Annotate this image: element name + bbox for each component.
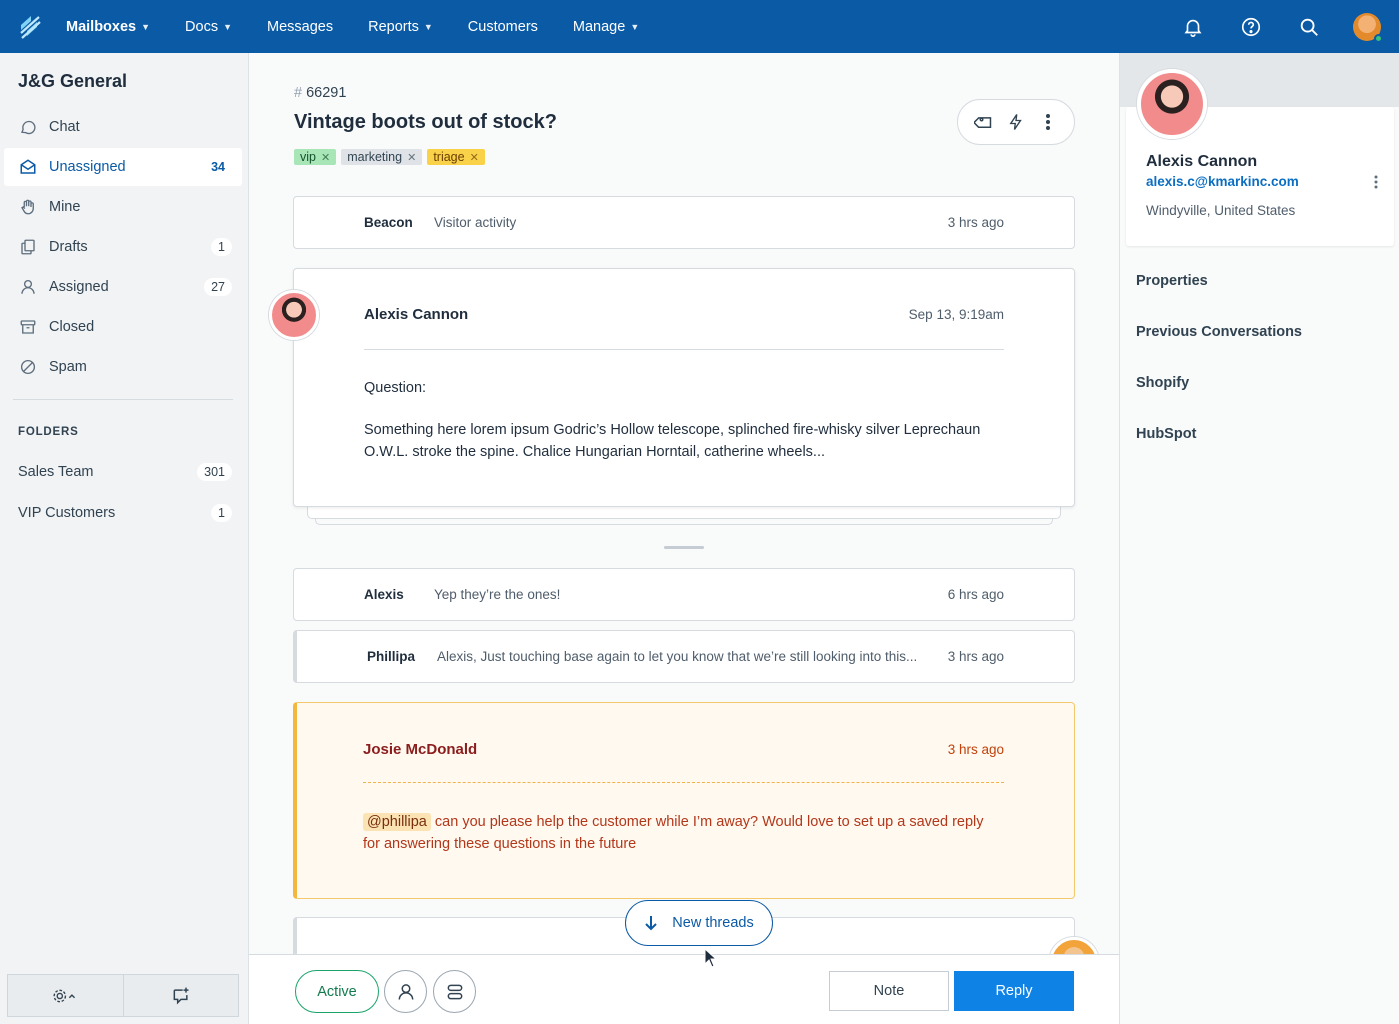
new-chat-button[interactable] bbox=[122, 975, 239, 1016]
unassigned-count: 34 bbox=[211, 160, 225, 174]
chevron-down-icon: ▼ bbox=[223, 21, 232, 32]
conversation-footer: Active Note Reply bbox=[249, 954, 1119, 1024]
tag-marketing[interactable]: marketing ✕ bbox=[341, 149, 423, 165]
sidebar-item-chat[interactable]: Chat bbox=[4, 108, 242, 146]
note-button[interactable]: Note bbox=[829, 971, 949, 1011]
person-icon bbox=[398, 983, 413, 1000]
mailbox-title: J&G General bbox=[18, 71, 128, 91]
section-shopify[interactable]: Shopify bbox=[1136, 375, 1189, 391]
customer-avatar bbox=[1137, 69, 1207, 139]
sidebar-footer bbox=[7, 974, 239, 1017]
message-author: Alexis Cannon bbox=[364, 306, 469, 323]
message-body: Question: Something here lorem ipsum God… bbox=[364, 380, 981, 460]
helpscout-logo-icon[interactable] bbox=[0, 0, 60, 53]
assign-button[interactable] bbox=[384, 970, 427, 1013]
nav-mailboxes[interactable]: Mailboxes ▼ bbox=[66, 19, 150, 35]
nav-customers[interactable]: Customers bbox=[468, 19, 538, 35]
mailbox-folders-list: Chat Unassigned 34 Mine Drafts 1 Assigne… bbox=[4, 108, 242, 388]
conversation-actions bbox=[957, 99, 1075, 145]
remove-tag-icon[interactable]: ✕ bbox=[321, 151, 330, 164]
inbox-icon bbox=[19, 158, 37, 176]
mouse-cursor-icon bbox=[704, 948, 718, 968]
customer-avatar bbox=[269, 290, 319, 340]
section-hubspot[interactable]: HubSpot bbox=[1136, 426, 1196, 442]
sidebar-item-assigned[interactable]: Assigned 27 bbox=[4, 268, 242, 306]
new-threads-button[interactable]: New threads bbox=[625, 900, 773, 946]
customer-location: Windyville, United States bbox=[1146, 203, 1296, 218]
nav-manage[interactable]: Manage ▼ bbox=[573, 19, 639, 35]
thread-stack-edge bbox=[307, 507, 1061, 519]
customer-email[interactable]: alexis.c@kmarkinc.com bbox=[1146, 174, 1299, 189]
sidebar-item-unassigned[interactable]: Unassigned 34 bbox=[4, 148, 242, 186]
drafts-count: 1 bbox=[211, 238, 232, 256]
nav-reports[interactable]: Reports ▼ bbox=[368, 19, 433, 35]
nav-messages[interactable]: Messages bbox=[267, 19, 333, 35]
remove-tag-icon[interactable]: ✕ bbox=[470, 151, 479, 164]
arrow-down-icon bbox=[645, 916, 658, 931]
sidebar-item-mine[interactable]: Mine bbox=[4, 188, 242, 226]
folder-count: 301 bbox=[197, 463, 232, 481]
bell-icon[interactable] bbox=[1179, 13, 1207, 41]
message-time: Sep 13, 9:19am bbox=[908, 307, 1004, 322]
folder-item-vip-customers[interactable]: VIP Customers 1 bbox=[4, 494, 242, 532]
reply-button[interactable]: Reply bbox=[954, 971, 1074, 1011]
sidebar: J&G General Chat Unassigned 34 Mine Draf… bbox=[0, 53, 249, 1024]
assigned-count: 27 bbox=[204, 278, 232, 296]
internal-note: Josie McDonald 3 hrs ago @phillipa can y… bbox=[293, 702, 1075, 899]
customer-sidebar: Alexis Cannon alexis.c@kmarkinc.com Wind… bbox=[1119, 53, 1399, 1024]
section-previous-conversations[interactable]: Previous Conversations bbox=[1136, 324, 1302, 340]
remove-tag-icon[interactable]: ✕ bbox=[407, 151, 416, 164]
chat-icon bbox=[19, 118, 37, 136]
hand-icon bbox=[19, 198, 37, 216]
conversation-main: # 66291 Vintage boots out of stock? vip ✕… bbox=[249, 53, 1119, 1024]
sidebar-item-closed[interactable]: Closed bbox=[4, 308, 242, 346]
tag-list: vip ✕ marketing ✕ triage ✕ bbox=[294, 149, 485, 165]
stack-icon bbox=[447, 984, 462, 999]
nav-docs[interactable]: Docs ▼ bbox=[185, 19, 232, 35]
archive-icon bbox=[19, 318, 37, 336]
thread-row[interactable]: Phillipa Alexis, Just touching base agai… bbox=[293, 630, 1075, 683]
workflow-lightning-icon[interactable] bbox=[1003, 109, 1029, 135]
search-icon[interactable] bbox=[1295, 13, 1323, 41]
folder-item-sales-team[interactable]: Sales Team 301 bbox=[4, 453, 242, 491]
folders-heading: FOLDERS bbox=[18, 426, 79, 438]
note-author: Josie McDonald bbox=[363, 741, 478, 758]
tag-triage[interactable]: triage ✕ bbox=[427, 149, 485, 165]
folder-count: 1 bbox=[211, 504, 232, 522]
collapse-grip-handle[interactable] bbox=[664, 546, 704, 549]
tag-vip[interactable]: vip ✕ bbox=[294, 149, 337, 165]
conversation-subject: Vintage boots out of stock? bbox=[294, 111, 557, 133]
user-avatar[interactable] bbox=[1353, 12, 1383, 43]
spam-icon bbox=[19, 358, 37, 376]
drafts-icon bbox=[19, 238, 37, 256]
move-button[interactable] bbox=[433, 970, 476, 1013]
conversation-number: # 66291 bbox=[294, 85, 347, 101]
message-divider bbox=[364, 349, 1004, 350]
chevron-down-icon: ▼ bbox=[423, 21, 433, 32]
customer-name: Alexis Cannon bbox=[1146, 153, 1258, 170]
status-active-button[interactable]: Active bbox=[295, 970, 379, 1013]
tag-icon[interactable] bbox=[971, 109, 997, 135]
thread-row[interactable]: Alexis Yep they’re the ones! 6 hrs ago bbox=[293, 568, 1075, 621]
section-properties[interactable]: Properties bbox=[1136, 273, 1208, 289]
sidebar-divider bbox=[13, 399, 233, 400]
custom-folders-list: Sales Team 301 VIP Customers 1 bbox=[4, 453, 242, 535]
note-divider bbox=[363, 782, 1004, 783]
sidebar-item-spam[interactable]: Spam bbox=[4, 348, 242, 386]
mention-tag[interactable]: @phillipa bbox=[363, 813, 431, 831]
sidebar-item-drafts[interactable]: Drafts 1 bbox=[4, 228, 242, 266]
more-options-icon[interactable] bbox=[1035, 109, 1061, 135]
beacon-activity-row[interactable]: Beacon Visitor activity 3 hrs ago bbox=[293, 196, 1075, 249]
note-body: @phillipa can you please help the custom… bbox=[363, 813, 984, 852]
help-icon[interactable] bbox=[1237, 13, 1265, 41]
settings-button[interactable] bbox=[8, 975, 123, 1016]
note-time: 3 hrs ago bbox=[947, 742, 1004, 757]
top-navigation: Mailboxes ▼ Docs ▼ Messages Reports ▼ Custo… bbox=[0, 0, 1399, 53]
chevron-down-icon: ▼ bbox=[630, 21, 640, 32]
online-status-dot bbox=[1374, 33, 1383, 43]
person-icon bbox=[19, 278, 37, 296]
more-options-icon[interactable] bbox=[1374, 175, 1378, 192]
customer-message: Alexis Cannon Sep 13, 9:19am Question: S… bbox=[293, 268, 1075, 507]
chevron-down-icon: ▼ bbox=[141, 21, 151, 32]
